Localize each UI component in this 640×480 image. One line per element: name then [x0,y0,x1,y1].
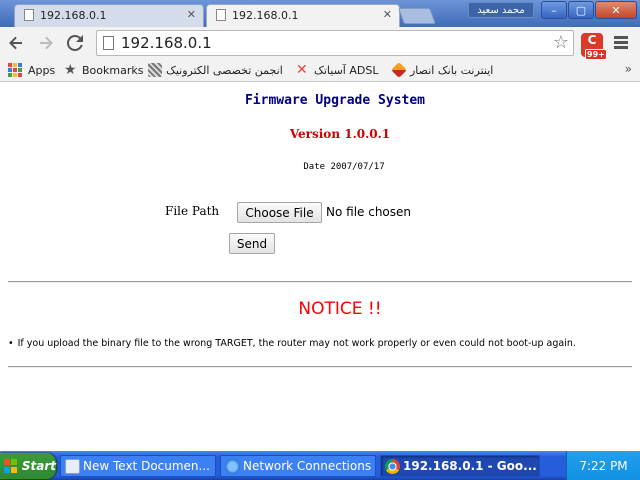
page-favicon-icon [24,9,34,21]
system-tray: 7:22 PM [566,451,640,480]
bullet: • [8,338,14,349]
bookmarks-bar: Apps ★ Bookmarks انجمن تخصصی الکترونیک ✕… [0,60,640,82]
taskbar-item-label: 192.168.0.1 - Goo... [403,459,537,473]
extension-letter: C [587,33,597,47]
tab-active[interactable]: 192.168.0.1 ✕ [206,4,400,27]
taskbar-item-notepad[interactable]: New Text Documen... [60,455,216,477]
apps-grid-icon [8,63,22,77]
page-content: Firmware Upgrade System Version 1.0.0.1 … [0,83,640,451]
bookmark-label: اینترنت بانک انصار [410,63,494,77]
bookmarks-overflow-icon[interactable]: » [625,62,632,76]
taskbar-item-label: Network Connections [243,459,372,473]
address-bar[interactable]: 192.168.0.1 ☆ [96,30,574,56]
reload-button[interactable] [65,33,85,53]
notice-item: • If you upload the binary file to the wr… [8,338,628,350]
windows-logo-icon [4,459,18,473]
start-label: Start [21,459,56,473]
arrow-left-icon [9,36,22,50]
divider [8,281,632,283]
bookmark-label: Bookmarks [82,63,144,77]
page-title: Firmware Upgrade System [244,93,425,108]
close-window-button[interactable]: ✕ [595,1,637,19]
electronics-icon [148,63,162,77]
notice-heading: NOTICE !! [298,299,382,319]
star-icon: ★ [64,62,77,78]
taskbar-item-network[interactable]: Network Connections [220,455,376,477]
notepad-icon [65,459,80,474]
windows-taskbar: Start New Text Documen... Network Connec… [0,451,640,480]
forward-button[interactable] [36,33,56,53]
page-icon [103,36,114,50]
url-text: 192.168.0.1 [121,34,212,52]
tab-inactive[interactable]: 192.168.0.1 ✕ [14,4,204,27]
bookmark-star-icon[interactable]: ☆ [553,32,569,53]
extension-count-badge: 99+ [585,49,607,60]
reload-icon [67,35,83,51]
bookmark-label: Apps [28,63,56,77]
no-file-chosen-text: No file chosen [326,205,412,219]
tab-title: 192.168.0.1 [40,9,107,22]
notice-message: If you upload the binary file to the wro… [17,338,576,349]
extension-button[interactable]: C 99+ [581,33,607,60]
tab-close-icon[interactable]: ✕ [383,8,392,21]
page-favicon-icon [216,9,226,21]
browser-title-bar: 192.168.0.1 ✕ 192.168.0.1 ✕ محمد سعید – … [0,0,640,27]
profile-button[interactable]: محمد سعید [468,2,534,18]
version-text: Version 1.0.0.1 [289,127,391,141]
back-button[interactable] [6,33,26,53]
taskbar-item-label: New Text Documen... [83,459,210,473]
start-button[interactable]: Start [0,453,56,479]
arrow-right-icon [40,36,53,50]
bookmark-electronics-forum[interactable]: انجمن تخصصی الکترونیک [148,63,283,77]
maximize-button[interactable]: ▢ [568,1,594,19]
bookmark-bank-ansar[interactable]: اینترنت بانک انصار [391,62,494,78]
divider [8,366,632,368]
taskbar-item-chrome[interactable]: 192.168.0.1 - Goo... [380,455,540,477]
bookmark-asiatech[interactable]: ✕ آسیاتک ADSL [296,63,378,77]
minimize-button[interactable]: – [541,1,567,19]
tab-title: 192.168.0.1 [232,9,299,22]
asiatech-icon: ✕ [296,62,308,78]
bookmark-bookmarks[interactable]: ★ Bookmarks [64,63,143,77]
send-button[interactable]: Send [229,233,275,254]
clock[interactable]: 7:22 PM [579,459,627,473]
bookmark-label: انجمن تخصصی الکترونیک [166,63,283,77]
bookmark-label: آسیاتک ADSL [314,63,379,77]
choose-file-button[interactable]: Choose File [237,202,322,223]
date-text: Date 2007/07/17 [303,162,385,172]
file-path-label: File Path [165,204,220,218]
new-tab-button[interactable] [398,8,436,24]
bookmark-apps[interactable]: Apps [8,63,55,77]
bank-ansar-icon [391,62,407,78]
chrome-menu-icon[interactable] [614,36,628,50]
chrome-icon [385,459,400,474]
network-icon [225,459,240,474]
tab-close-icon[interactable]: ✕ [187,8,196,21]
